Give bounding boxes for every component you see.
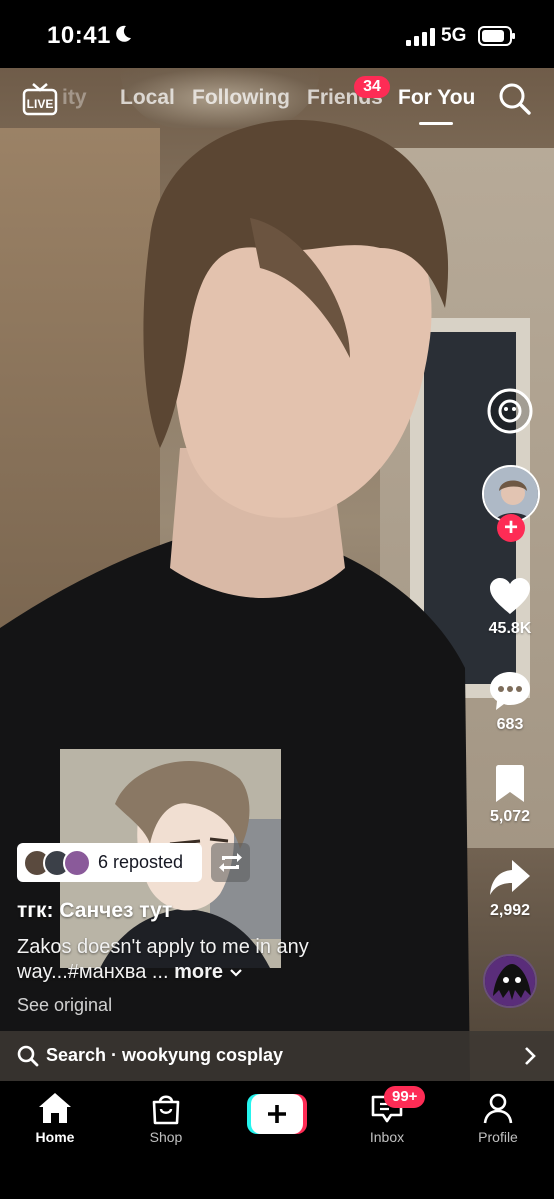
repost-button[interactable] [211,843,250,882]
bookmark-icon [496,765,524,802]
signal-icon [406,28,435,46]
related-search-label: Search · wookyung cosplay [46,1045,284,1065]
heart-icon [490,578,530,614]
profile-icon [483,1093,513,1124]
like-button[interactable]: 45.8K [475,576,545,638]
nav-profile[interactable]: Profile [453,1091,543,1145]
repost-avatars [23,849,91,877]
nav-shop[interactable]: Shop [121,1091,211,1145]
svg-text:LIVE: LIVE [27,97,54,111]
video-caption[interactable]: Zakos doesn't apply to me in any way...#… [17,935,357,985]
see-original-link[interactable]: See original [17,995,112,1016]
comment-button[interactable]: 683 [475,670,545,734]
tab-for-you[interactable]: For You [398,86,475,110]
repost-pill[interactable]: 6 reposted [17,843,202,882]
nav-profile-label: Profile [478,1129,518,1145]
caption-more-link[interactable]: more [174,961,223,983]
search-icon[interactable] [498,82,532,116]
nav-shop-label: Shop [149,1129,183,1145]
video-player[interactable]: + 45.8K 683 5,072 2,992 6 reposted тгк: … [0,68,554,1081]
like-count: 45.8K [488,620,532,637]
active-tab-indicator [419,122,453,125]
shopping-bag-icon [152,1095,180,1125]
create-button[interactable] [247,1094,307,1134]
status-time: 10:41 [47,22,111,49]
comment-count: 683 [496,716,524,733]
status-bar: 10:41 5G [0,0,554,68]
search-icon [17,1045,39,1067]
related-search-bar[interactable]: Search · wookyung cosplay [0,1031,554,1081]
share-count: 2,992 [489,902,531,919]
tab-community[interactable]: ity [62,86,87,110]
live-icon[interactable]: LIVE [22,82,58,116]
repost-count-label: 6 reposted [98,852,184,872]
network-type: 5G [441,25,467,46]
share-icon [490,860,530,895]
repost-icon [219,853,242,872]
nav-home[interactable]: Home [10,1091,100,1145]
nav-inbox-label: Inbox [369,1129,405,1145]
inbox-badge: 99+ [384,1086,426,1108]
nav-home-label: Home [35,1129,75,1145]
tab-local[interactable]: Local [120,86,175,110]
bottom-nav: Home Shop Inbox 99+ Profile [0,1081,554,1199]
comment-icon [490,672,530,710]
share-button[interactable]: 2,992 [475,858,545,920]
sound-disc[interactable] [483,954,537,1008]
top-nav: LIVE ity Local Following Friends 34 For … [0,68,554,132]
home-icon [39,1093,71,1123]
save-count: 5,072 [489,808,531,825]
moon-icon [116,25,131,42]
follow-button[interactable]: + [497,514,525,542]
effect-icon[interactable] [486,387,534,435]
creator-username[interactable]: тгк: Санчез тут [17,899,172,923]
tiktok-app: 10:41 5G + 45.8K 683 5,072 2,992 6 repos… [0,0,554,1199]
friends-badge: 34 [354,76,390,98]
caption-text: Zakos doesn't apply to me in any way...#… [17,936,309,983]
chevron-right-icon [525,1047,536,1065]
chevron-down-icon [229,969,242,977]
battery-icon [478,26,515,46]
tab-following[interactable]: Following [192,86,290,110]
save-button[interactable]: 5,072 [475,764,545,826]
